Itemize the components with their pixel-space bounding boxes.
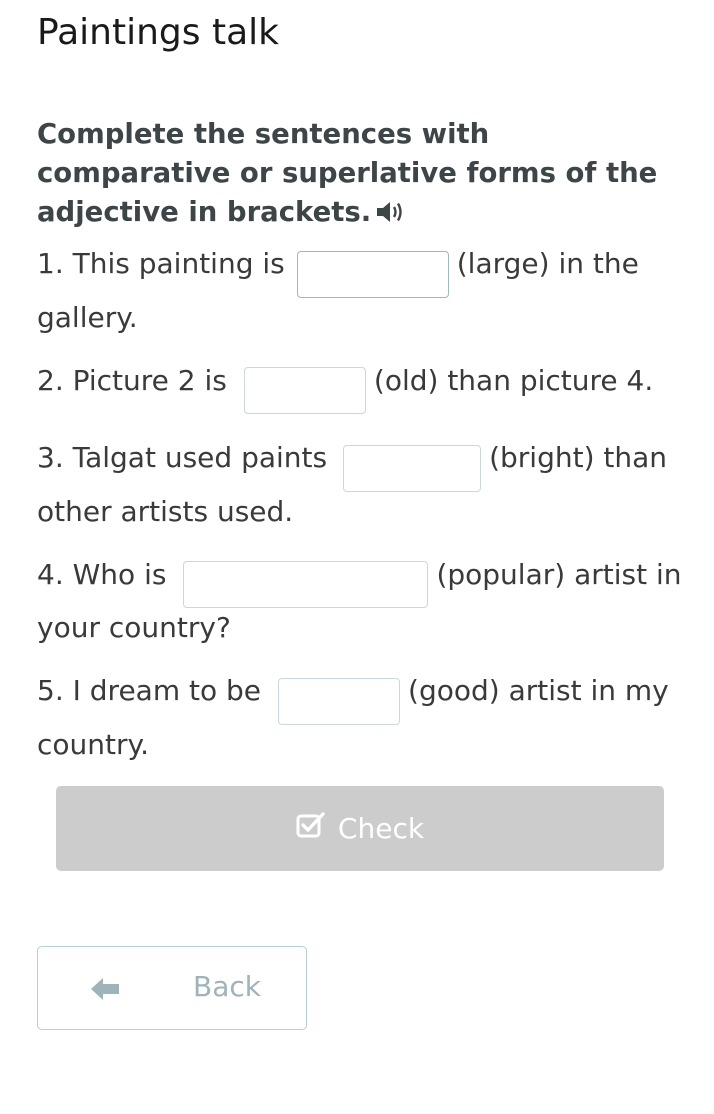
sentence-2-before: 2. Picture 2 is bbox=[37, 363, 227, 397]
back-button[interactable]: Back bbox=[37, 946, 307, 1030]
check-button-label: Check bbox=[337, 812, 425, 845]
sentence-1: 1. This painting is (large) in the galler… bbox=[37, 244, 687, 337]
arrow-left-icon bbox=[90, 975, 120, 1008]
check-button[interactable]: Check bbox=[56, 786, 664, 871]
instructions-text: Complete the sentences with comparative … bbox=[37, 118, 658, 228]
back-button-label: Back bbox=[193, 970, 261, 1003]
sentence-5-before: 5. I dream to be bbox=[37, 674, 262, 707]
exercise-sentences: 1. This painting is (large) in the galler… bbox=[37, 244, 687, 788]
sentence-2-after: (old) than picture 4. bbox=[373, 363, 654, 397]
speaker-icon[interactable] bbox=[375, 196, 405, 235]
task-instructions: Complete the sentences with comparative … bbox=[37, 115, 677, 235]
page-title: Paintings talk bbox=[37, 12, 279, 53]
sentence-1-before: 1. This painting is bbox=[37, 247, 285, 280]
sentence-4-input[interactable] bbox=[183, 561, 429, 608]
sentence-3-input[interactable] bbox=[343, 444, 482, 492]
sentence-3-before: 3. Talgat used paints bbox=[37, 441, 328, 474]
sentence-2: 2. Picture 2 is (old) than picture 4. bbox=[37, 361, 687, 414]
sentence-2-input[interactable] bbox=[243, 367, 366, 414]
checkbox-icon bbox=[296, 811, 326, 846]
sentence-5-input[interactable] bbox=[278, 677, 401, 725]
sentence-4: 4. Who is (popular) artist in your countr… bbox=[37, 555, 687, 648]
sentence-1-input[interactable] bbox=[296, 250, 449, 298]
sentence-5: 5. I dream to be (good) artist in my coun… bbox=[37, 671, 687, 764]
sentence-4-before: 4. Who is bbox=[37, 557, 167, 591]
sentence-3: 3. Talgat used paints (bright) than other… bbox=[37, 438, 687, 531]
